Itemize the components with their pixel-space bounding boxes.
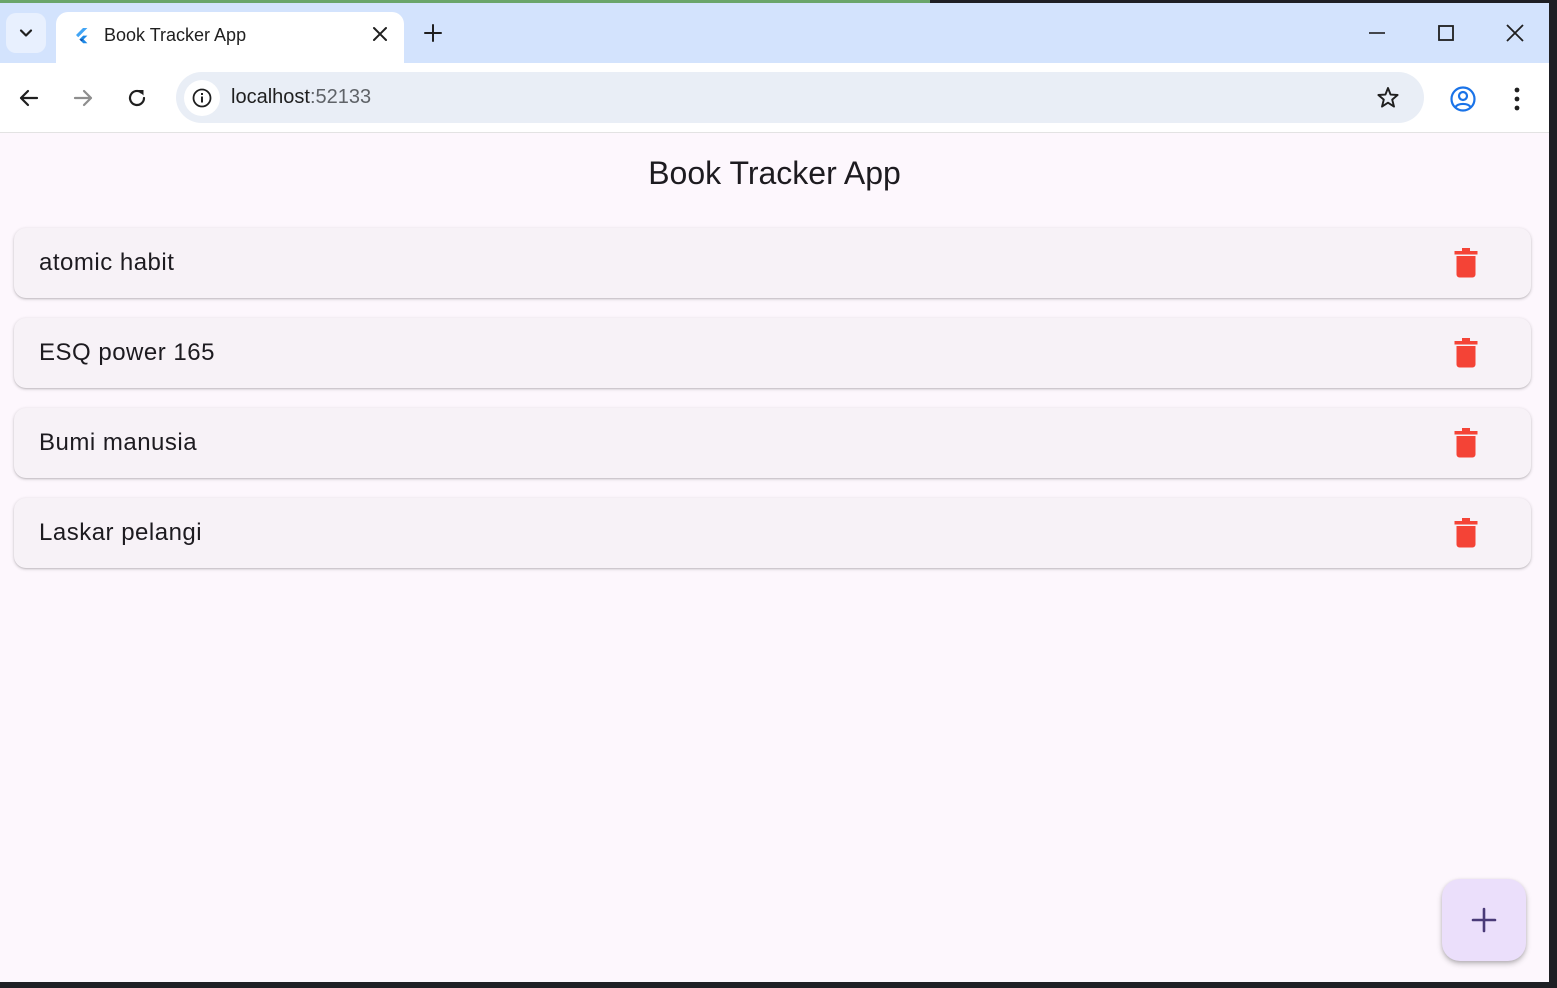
browser-window: Book Tracker App localhost:52133 Book Tr… [0, 3, 1549, 982]
forward-arrow-icon[interactable] [70, 85, 96, 111]
delete-book-button[interactable] [1450, 337, 1482, 369]
close-window-icon[interactable] [1503, 21, 1527, 45]
delete-book-button[interactable] [1450, 517, 1482, 549]
book-title: atomic habit [39, 249, 175, 276]
tab-strip: Book Tracker App [0, 3, 1549, 63]
book-title: Laskar pelangi [39, 519, 203, 546]
bookmark-star-icon[interactable] [1375, 85, 1401, 111]
profile-icon[interactable] [1449, 85, 1477, 113]
url-port: :52133 [309, 86, 372, 108]
tab-title: Book Tracker App [104, 25, 247, 45]
reload-icon[interactable] [124, 85, 150, 111]
trash-icon [1454, 518, 1478, 548]
address-bar[interactable]: localhost:52133 [176, 72, 1424, 123]
flutter-favicon-icon [76, 28, 88, 44]
maximize-icon[interactable] [1434, 21, 1458, 45]
desktop-bottom-strip [0, 982, 1557, 988]
book-list-item[interactable]: atomic habit [14, 228, 1531, 298]
tab-search-button[interactable] [6, 13, 46, 53]
new-tab-icon[interactable] [421, 21, 445, 45]
browser-toolbar: localhost:52133 [0, 63, 1549, 133]
book-title: Bumi manusia [39, 429, 198, 456]
minimize-icon[interactable] [1365, 21, 1389, 45]
trash-icon [1454, 428, 1478, 458]
more-menu-icon[interactable] [1507, 85, 1527, 113]
url-host: localhost [231, 86, 310, 108]
site-info-button[interactable] [184, 80, 220, 116]
chevron-down-icon [19, 29, 33, 37]
trash-icon [1454, 248, 1478, 278]
plus-icon [1471, 907, 1497, 933]
delete-book-button[interactable] [1450, 427, 1482, 459]
book-title: ESQ power 165 [39, 339, 215, 366]
delete-book-button[interactable] [1450, 247, 1482, 279]
close-tab-icon[interactable] [370, 24, 390, 44]
url-text: localhost:52133 [231, 86, 371, 109]
page-title: Book Tracker App [648, 155, 901, 191]
app-page: Book Tracker App atomic habit ESQ power … [0, 133, 1549, 982]
book-list-item[interactable]: ESQ power 165 [14, 318, 1531, 388]
book-list-item[interactable]: Bumi manusia [14, 408, 1531, 478]
book-list-item[interactable]: Laskar pelangi [14, 498, 1531, 568]
add-book-button[interactable] [1442, 879, 1526, 961]
tab-active[interactable]: Book Tracker App [56, 12, 404, 63]
back-arrow-icon[interactable] [16, 85, 42, 111]
info-icon [192, 88, 212, 108]
trash-icon [1454, 338, 1478, 368]
